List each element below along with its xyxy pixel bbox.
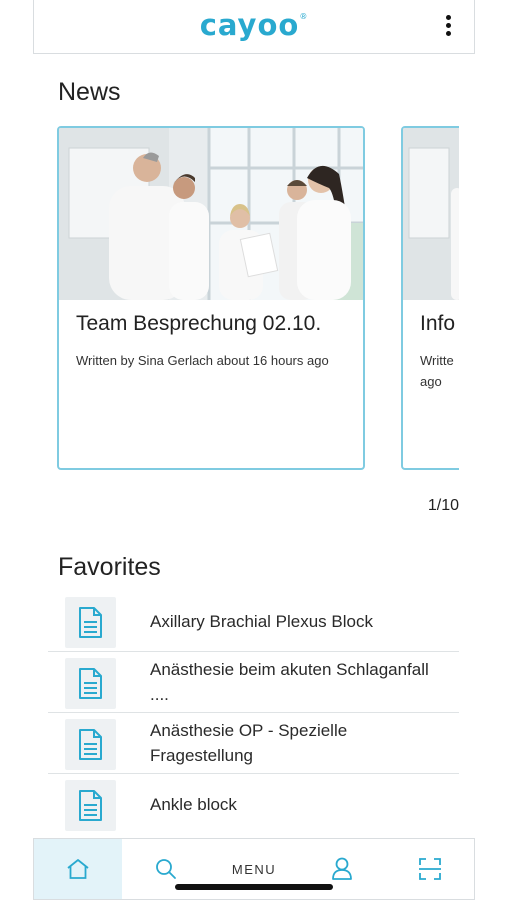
favorites-heading: Favorites [58, 553, 161, 581]
news-pager: 1/10 [427, 497, 459, 514]
document-icon [65, 780, 116, 831]
favorite-item-label: Ankle block [150, 795, 237, 814]
app-logo: cayoo® [34, 8, 474, 42]
favorite-item[interactable]: Ankle block [48, 774, 459, 835]
news-card-title: Info [420, 312, 456, 335]
news-card-meta: Written by Sina Gerlach about 16 hours a… [76, 353, 329, 368]
document-icon [65, 658, 116, 709]
document-icon [65, 719, 116, 770]
logo-registered-mark: ® [299, 12, 309, 21]
logo-text: cayoo [199, 8, 300, 42]
tab-menu[interactable]: MENU [210, 839, 298, 899]
news-heading: News [58, 78, 121, 106]
tab-scan[interactable] [386, 839, 474, 899]
kebab-menu-icon[interactable] [442, 15, 454, 39]
news-carousel[interactable]: Team Besprechung 02.10. Written by Sina … [57, 126, 459, 472]
favorite-item-label: Anästhesie OP - Spezielle Fragestellung [150, 721, 348, 765]
tab-home[interactable] [34, 839, 122, 899]
favorite-item[interactable]: Anästhesie OP - Spezielle Fragestellung [48, 713, 459, 774]
user-icon [332, 857, 352, 880]
news-card[interactable]: Team Besprechung 02.10. Written by Sina … [57, 126, 365, 470]
search-icon [156, 859, 176, 879]
tab-menu-label: MENU [231, 861, 277, 877]
favorite-item-label: Axillary Brachial Plexus Block [150, 611, 373, 631]
news-card-photo [403, 128, 459, 300]
app-header: cayoo® [33, 0, 475, 54]
bottom-tab-bar: MENU [33, 838, 475, 900]
news-card-title: Team Besprechung 02.10. [76, 312, 322, 335]
tab-profile[interactable] [298, 839, 386, 899]
favorite-item-label: Anästhesie beim akuten Schlaganfall .... [150, 660, 429, 704]
scan-icon [419, 858, 441, 880]
home-indicator [175, 884, 333, 890]
news-card-photo [59, 128, 363, 300]
favorite-item[interactable]: Anästhesie beim akuten Schlaganfall .... [48, 652, 459, 713]
favorites-list: Axillary Brachial Plexus Block Anästhesi… [48, 591, 459, 835]
document-icon [65, 597, 116, 648]
news-card[interactable]: Info Writte ago [401, 126, 459, 470]
tab-search[interactable] [122, 839, 210, 899]
news-card-meta: Writte ago [420, 353, 454, 389]
favorite-item[interactable]: Axillary Brachial Plexus Block [48, 591, 459, 652]
home-icon [67, 859, 89, 879]
